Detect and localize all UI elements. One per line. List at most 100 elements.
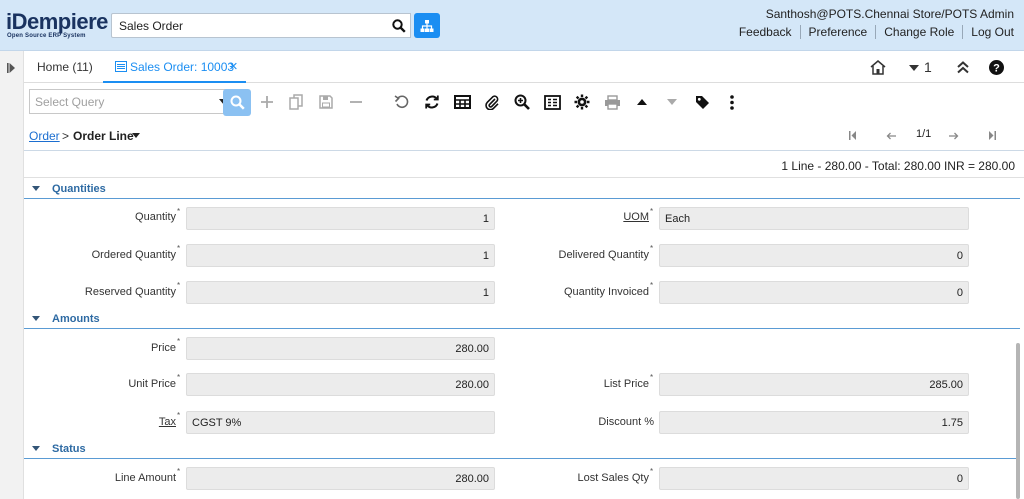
- west-panel-collapsed: [0, 51, 24, 499]
- collapse-arrow-icon[interactable]: [32, 186, 40, 191]
- mandatory-star: *: [177, 281, 181, 290]
- change-role-link[interactable]: Change Role: [875, 25, 962, 39]
- collapse-arrow-icon[interactable]: [32, 316, 40, 321]
- reserved-quantity-field[interactable]: 1: [186, 281, 495, 304]
- home-icon[interactable]: [870, 60, 886, 75]
- help-icon[interactable]: ?: [989, 60, 1004, 75]
- idempiere-logo[interactable]: iDempiere Open Source ERP System: [6, 9, 108, 43]
- uom-label[interactable]: UOM: [489, 211, 649, 223]
- expand-panel-icon[interactable]: [7, 63, 16, 73]
- attachment-button[interactable]: [483, 93, 501, 111]
- app-header: iDempiere Open Source ERP System Sales O…: [0, 0, 1024, 51]
- new-record-button[interactable]: [258, 93, 276, 111]
- unit-price-label: Unit Price: [128, 378, 176, 390]
- gear-icon: [574, 94, 590, 110]
- next-arrow-icon[interactable]: [949, 132, 959, 140]
- list-price-label: List Price: [603, 378, 649, 390]
- more-actions-button[interactable]: [723, 93, 741, 111]
- line-amount-field[interactable]: 280.00: [186, 467, 495, 490]
- user-role-info: Santhosh@POTS.Chennai Store/POTS Admin: [765, 7, 1014, 21]
- menu-tree-button[interactable]: [414, 13, 440, 38]
- quantity-field[interactable]: 1: [186, 207, 495, 230]
- uom-field[interactable]: Each: [659, 207, 969, 230]
- tax-label[interactable]: Tax: [16, 416, 176, 428]
- undo-button[interactable]: [393, 93, 411, 111]
- mandatory-star: *: [650, 244, 654, 253]
- unit-price-field[interactable]: 280.00: [186, 373, 495, 396]
- copy-record-button[interactable]: [287, 93, 305, 111]
- mandatory-star: *: [177, 207, 181, 216]
- feedback-link[interactable]: Feedback: [731, 25, 800, 39]
- previous-arrow-icon[interactable]: [886, 132, 896, 140]
- mandatory-star: *: [177, 244, 181, 253]
- mandatory-star: *: [177, 467, 181, 476]
- close-tab-icon[interactable]: ×: [229, 58, 238, 75]
- ordered-quantity-label: Ordered Quantity: [91, 249, 176, 261]
- delivered-quantity-field[interactable]: 0: [659, 244, 969, 267]
- find-button[interactable]: [223, 89, 251, 116]
- section-status[interactable]: Status: [24, 442, 1020, 459]
- refresh-button[interactable]: [423, 93, 441, 111]
- tab-sales-order[interactable]: Sales Order: 10003: [130, 60, 234, 74]
- logout-link[interactable]: Log Out: [962, 25, 1014, 39]
- window-icon: [115, 61, 127, 72]
- window-list-dropdown-icon[interactable]: [909, 65, 919, 71]
- global-search-input[interactable]: Sales Order: [111, 13, 388, 38]
- discount-field[interactable]: 1.75: [659, 411, 969, 434]
- breadcrumb-current[interactable]: Order Line: [73, 129, 134, 143]
- report-icon: [543, 94, 561, 110]
- section-title-quantities: Quantities: [52, 183, 106, 195]
- global-search-button[interactable]: [387, 13, 411, 38]
- window-toolbar: Select Query: [24, 84, 1024, 120]
- chevron-down-icon[interactable]: [132, 133, 140, 138]
- grid-toggle-icon: [453, 95, 471, 109]
- save-icon: [319, 95, 333, 109]
- tag-icon: [695, 95, 709, 109]
- quick-info-button[interactable]: [693, 93, 711, 111]
- delete-record-button[interactable]: [347, 93, 365, 111]
- process-button[interactable]: [573, 93, 591, 111]
- collapse-arrow-icon[interactable]: [32, 446, 40, 451]
- form-scrollbar[interactable]: [1016, 343, 1020, 499]
- breadcrumb: Order > Order Line 1/1: [24, 121, 1024, 151]
- preference-link[interactable]: Preference: [799, 25, 876, 39]
- plus-icon: [261, 96, 273, 108]
- toggle-grid-button[interactable]: [453, 93, 471, 111]
- report-button[interactable]: [543, 93, 561, 111]
- mandatory-star: *: [650, 207, 654, 216]
- refresh-icon: [425, 95, 439, 109]
- tab-home[interactable]: Home (11): [37, 60, 93, 74]
- previous-record-button[interactable]: [633, 93, 651, 111]
- next-record-button[interactable]: [663, 93, 681, 111]
- mandatory-star: *: [650, 467, 654, 476]
- ordered-quantity-field[interactable]: 1: [186, 244, 495, 267]
- logo-subtitle: Open Source ERP System: [7, 33, 86, 39]
- print-button[interactable]: [603, 93, 621, 111]
- save-button[interactable]: [317, 93, 335, 111]
- section-amounts[interactable]: Amounts: [24, 312, 1020, 329]
- zoom-across-button[interactable]: [513, 93, 531, 111]
- section-quantities[interactable]: Quantities: [24, 182, 1020, 199]
- line-amount-label: Line Amount: [114, 472, 176, 484]
- undo-icon: [394, 95, 409, 109]
- quantity-label: Quantity: [135, 211, 176, 223]
- next-record-icon: [667, 99, 677, 105]
- price-field[interactable]: 280.00: [186, 337, 495, 360]
- last-record-icon[interactable]: [988, 131, 996, 140]
- record-page-indicator: 1/1: [916, 128, 932, 140]
- lost-sales-qty-field[interactable]: 0: [659, 467, 969, 490]
- quantity-invoiced-field[interactable]: 0: [659, 281, 969, 304]
- breadcrumb-parent-link[interactable]: Order: [29, 129, 60, 143]
- window-tab-bar: Home (11) Sales Order: 10003 × 1 ?: [24, 51, 1024, 83]
- section-title-amounts: Amounts: [52, 313, 100, 325]
- first-record-icon[interactable]: [849, 131, 857, 140]
- print-icon: [604, 94, 620, 110]
- active-tab-indicator: [103, 81, 246, 83]
- order-summary-bar: 1 Line - 280.00 - Total: 280.00 INR = 28…: [24, 152, 1024, 178]
- list-price-field[interactable]: 285.00: [659, 373, 969, 396]
- open-window-count: 1: [924, 59, 932, 75]
- tax-field[interactable]: CGST 9%: [186, 411, 495, 434]
- reserved-quantity-label: Reserved Quantity: [84, 286, 176, 298]
- collapse-header-icon[interactable]: [956, 61, 970, 74]
- select-query-combobox[interactable]: Select Query: [29, 89, 213, 114]
